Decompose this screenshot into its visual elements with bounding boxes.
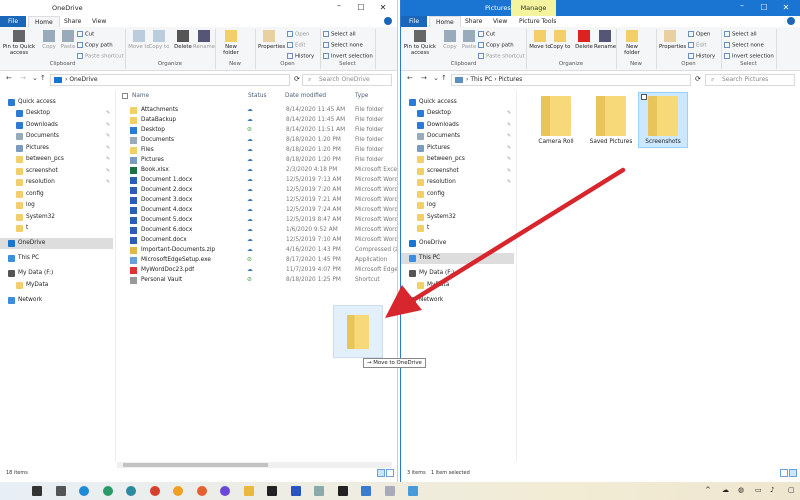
magnifier-icon[interactable] <box>384 486 395 496</box>
edge-icon[interactable] <box>79 486 89 496</box>
edge-beta-icon[interactable] <box>102 486 113 496</box>
chrome-icon[interactable] <box>149 486 160 496</box>
store-icon[interactable] <box>267 486 277 496</box>
settings-icon[interactable] <box>55 486 66 496</box>
firefox-nightly-icon[interactable] <box>220 486 230 496</box>
network-tray-icon[interactable]: ◍ <box>738 486 744 494</box>
file-explorer-icon[interactable] <box>243 486 254 496</box>
virtualbox-icon[interactable] <box>408 486 418 496</box>
powershell-icon[interactable] <box>290 486 301 496</box>
edge-dev-icon[interactable] <box>126 486 136 496</box>
display-tray-icon[interactable]: ▭ <box>755 486 762 494</box>
terminal-icon[interactable] <box>337 486 348 496</box>
chrome-canary-icon[interactable] <box>173 486 183 496</box>
notepad-icon[interactable] <box>314 486 324 496</box>
photos-icon[interactable] <box>361 486 371 496</box>
chevron-up-icon[interactable]: ^ <box>705 486 711 494</box>
volume-icon[interactable]: ♪ <box>770 486 774 494</box>
onedrive-tray-icon[interactable]: ☁ <box>722 486 729 494</box>
start-icon[interactable] <box>32 486 42 496</box>
red-arrow-annotation <box>385 167 626 318</box>
firefox-icon[interactable] <box>196 486 207 496</box>
notification-icon[interactable]: ▢ <box>788 486 795 494</box>
taskbar: ^ ☁ ◍ ▭ ♪ ▢ <box>0 482 800 500</box>
